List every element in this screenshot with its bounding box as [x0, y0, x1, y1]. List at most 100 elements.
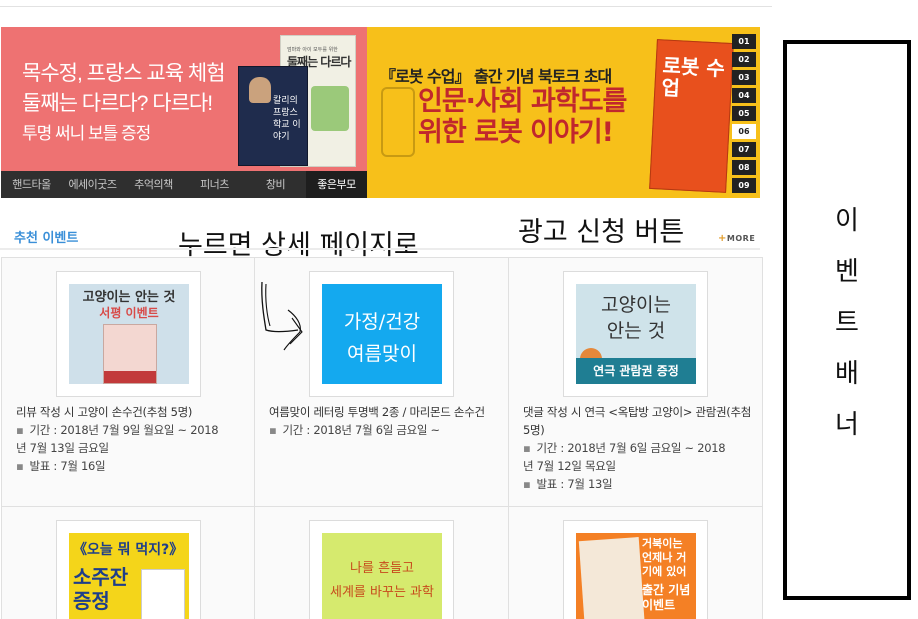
cup-image — [141, 569, 185, 619]
thumbnail-art: 가정/건강 여름맞이 — [322, 284, 442, 384]
banner-tab[interactable]: 에세이굿즈 — [62, 171, 123, 198]
event-card[interactable]: 고양이는 안는 것 연극 관람권 증정 댓글 작성 시 연극 <옥탑방 고양이>… — [509, 258, 762, 507]
event-period-cont: 년 7월 12일 목요일 — [523, 459, 616, 473]
event-period-text: 기간 : 2018년 7월 6일 금요일 ~ — [282, 423, 441, 437]
plus-icon: + — [718, 233, 727, 244]
thumbnail-text: 안는 것 — [606, 320, 666, 342]
banner-tab[interactable]: 창비 — [245, 171, 306, 198]
thumbnail-text: 세계를 바꾸는 과학 — [330, 585, 434, 600]
book-portrait — [249, 77, 271, 103]
promo-banner-left[interactable]: 목수정, 프랑스 교육 체험 둘째는 다르다? 다르다! 투명 써니 보틀 증정… — [1, 27, 367, 198]
thumbnail-text: 가정/건강 — [343, 311, 421, 333]
event-thumbnail[interactable]: 고양이는 안는 것 서평 이벤트 — [56, 271, 201, 397]
thumbnail-text: 고양이는 안는 것 — [82, 290, 176, 305]
event-period-cont: 년 7월 13일 금요일 — [16, 441, 109, 455]
event-thumbnail[interactable]: 거북이는 언제나 거기에 있어 출간 기념 이벤트 — [563, 520, 708, 619]
thumbnail-text: 거북이는 언제나 거기에 있어 — [642, 537, 687, 578]
event-grid: 고양이는 안는 것 서평 이벤트 리뷰 작성 시 고양이 손수건(추첨 5명) … — [1, 257, 763, 619]
page-number[interactable]: 04 — [732, 88, 756, 103]
event-details: 댓글 작성 시 연극 <옥탑방 고양이> 관람권(추첨 5명) ▪ 기간 : 20… — [523, 403, 753, 493]
page-number-active[interactable]: 06 — [732, 124, 756, 139]
banner-headline-2: 둘째는 다르다? 다르다! — [22, 92, 213, 115]
page-number[interactable]: 02 — [732, 52, 756, 67]
thumbnail-text: 여름맞이 — [347, 343, 417, 365]
page-number[interactable]: 09 — [732, 178, 756, 193]
more-link[interactable]: +MORE — [718, 233, 755, 244]
thumbnail-art: 고양이는 안는 것 서평 이벤트 — [69, 284, 189, 384]
event-title[interactable]: 리뷰 작성 시 고양이 손수건(추첨 5명) — [16, 403, 246, 421]
bullet-icon: ▪ — [523, 441, 531, 455]
bullet-icon: ▪ — [16, 459, 24, 473]
bullet-icon: ▪ — [269, 423, 277, 437]
event-announce-text: 발표 : 7월 16일 — [29, 459, 106, 473]
event-thumbnail[interactable]: 《오늘 뭐 먹지?》 소주잔 증정 — [56, 520, 201, 619]
banner-tab-bar: 핸드타올 에세이굿즈 추억의책 피너츠 창비 좋은부모 — [1, 171, 367, 198]
event-title[interactable]: 여름맞이 레터링 투명백 2종 / 마리몬드 손수건 — [269, 403, 499, 421]
book-image — [103, 324, 157, 384]
bullet-icon: ▪ — [16, 423, 24, 437]
event-period: ▪ 기간 : 2018년 7월 9일 월요일 ~ 2018 — [16, 421, 246, 439]
book-cover-title: 로봇 수업 — [660, 53, 726, 101]
event-period-text: 기간 : 2018년 7월 6일 금요일 ~ 2018 — [536, 441, 726, 455]
book-illustration — [311, 86, 349, 131]
side-banner-char: 이 — [835, 206, 859, 236]
banner-tab-active[interactable]: 좋은부모 — [306, 171, 367, 198]
thumbnail-text: 나를 흔들고 — [350, 561, 414, 576]
book-cover-robot: 로봇 수업 — [649, 39, 734, 193]
event-card[interactable]: 거북이는 언제나 거기에 있어 출간 기념 이벤트 — [509, 507, 762, 619]
event-period: ▪ 기간 : 2018년 7월 6일 금요일 ~ — [269, 421, 499, 439]
book-cover-title: 칼리의 프랑스 학교 이야기 — [273, 96, 301, 142]
thumbnail-art: 거북이는 언제나 거기에 있어 출간 기념 이벤트 — [576, 533, 696, 619]
event-announce: ▪ 발표 : 7월 16일 — [16, 457, 246, 475]
banner-pagination: 01 02 03 04 05 06 07 08 09 — [732, 34, 756, 196]
event-announce-text: 발표 : 7월 13일 — [536, 477, 613, 491]
side-event-banner-placeholder[interactable]: 이 벤 트 배 너 — [783, 40, 911, 600]
thumbnail-text: 출간 기념 이벤트 — [642, 583, 691, 612]
event-thumbnail[interactable]: 고양이는 안는 것 연극 관람권 증정 — [563, 271, 708, 397]
thumbnail-art: 《오늘 뭐 먹지?》 소주잔 증정 — [69, 533, 189, 619]
book-image — [578, 537, 646, 619]
promo-banner-right[interactable]: 『로봇 수업』 출간 기념 북토크 초대 인문·사회 과학도를 위한 로봇 이야… — [367, 27, 760, 198]
section-divider — [0, 248, 760, 250]
page-number[interactable]: 03 — [732, 70, 756, 85]
annotation-ad-request: 광고 신청 버튼 — [518, 217, 685, 248]
banner-tab[interactable]: 피너츠 — [184, 171, 245, 198]
book-cover-kali: 칼리의 프랑스 학교 이야기 — [238, 66, 308, 166]
banner-subtitle: 『로봇 수업』 출간 기념 북토크 초대 — [380, 67, 612, 86]
banner-tab[interactable]: 핸드타올 — [1, 171, 62, 198]
page-number[interactable]: 07 — [732, 142, 756, 157]
event-card[interactable]: 《오늘 뭐 먹지?》 소주잔 증정 — [2, 507, 255, 619]
thumbnail-art: 나를 흔들고 세계를 바꾸는 과학 — [322, 533, 442, 619]
thumbnail-text: 《오늘 뭐 먹지?》 — [73, 542, 184, 558]
event-thumbnail[interactable]: 가정/건강 여름맞이 — [309, 271, 454, 397]
top-divider — [0, 6, 772, 7]
annotation-arrow-icon — [261, 281, 303, 351]
event-title[interactable]: 댓글 작성 시 연극 <옥탑방 고양이> 관람권(추첨 5명) — [523, 403, 753, 439]
side-banner-char: 벤 — [835, 257, 859, 287]
event-details: 리뷰 작성 시 고양이 손수건(추첨 5명) ▪ 기간 : 2018년 7월 9일… — [16, 403, 246, 475]
bullet-icon: ▪ — [523, 477, 531, 491]
event-thumbnail[interactable]: 나를 흔들고 세계를 바꾸는 과학 — [309, 520, 454, 619]
robot-icon — [381, 87, 415, 157]
page-number[interactable]: 08 — [732, 160, 756, 175]
thumbnail-text: 소주잔 증정 — [73, 565, 129, 613]
event-details: 여름맞이 레터링 투명백 2종 / 마리몬드 손수건 ▪ 기간 : 2018년 7… — [269, 403, 499, 439]
banner-title: 인문·사회 과학도를 위한 로봇 이야기! — [418, 86, 627, 148]
banner-headline-1: 목수정, 프랑스 교육 체험 — [22, 62, 226, 85]
side-banner-char: 트 — [835, 308, 859, 338]
banner-tab[interactable]: 추억의책 — [123, 171, 184, 198]
side-banner-char: 배 — [835, 359, 859, 389]
event-period-text: 기간 : 2018년 7월 9일 월요일 ~ 2018 — [29, 423, 219, 437]
thumbnail-text: 고양이는 — [601, 294, 671, 316]
section-title: 추천 이벤트 — [14, 231, 79, 246]
event-announce: ▪ 발표 : 7월 13일 — [523, 475, 753, 493]
page-number[interactable]: 01 — [732, 34, 756, 49]
thumbnail-text: 서평 이벤트 — [99, 306, 159, 320]
event-card[interactable]: 고양이는 안는 것 서평 이벤트 리뷰 작성 시 고양이 손수건(추첨 5명) … — [2, 258, 255, 507]
more-label: MORE — [726, 234, 756, 243]
book-cover-caption: 엄마와 아이 모두를 위한 — [287, 47, 338, 53]
event-card[interactable]: 나를 흔들고 세계를 바꾸는 과학 — [255, 507, 509, 619]
banner-title-line: 인문·사회 과학도를 — [418, 86, 627, 117]
thumbnail-band: 연극 관람권 증정 — [576, 358, 696, 384]
page-number[interactable]: 05 — [732, 106, 756, 121]
